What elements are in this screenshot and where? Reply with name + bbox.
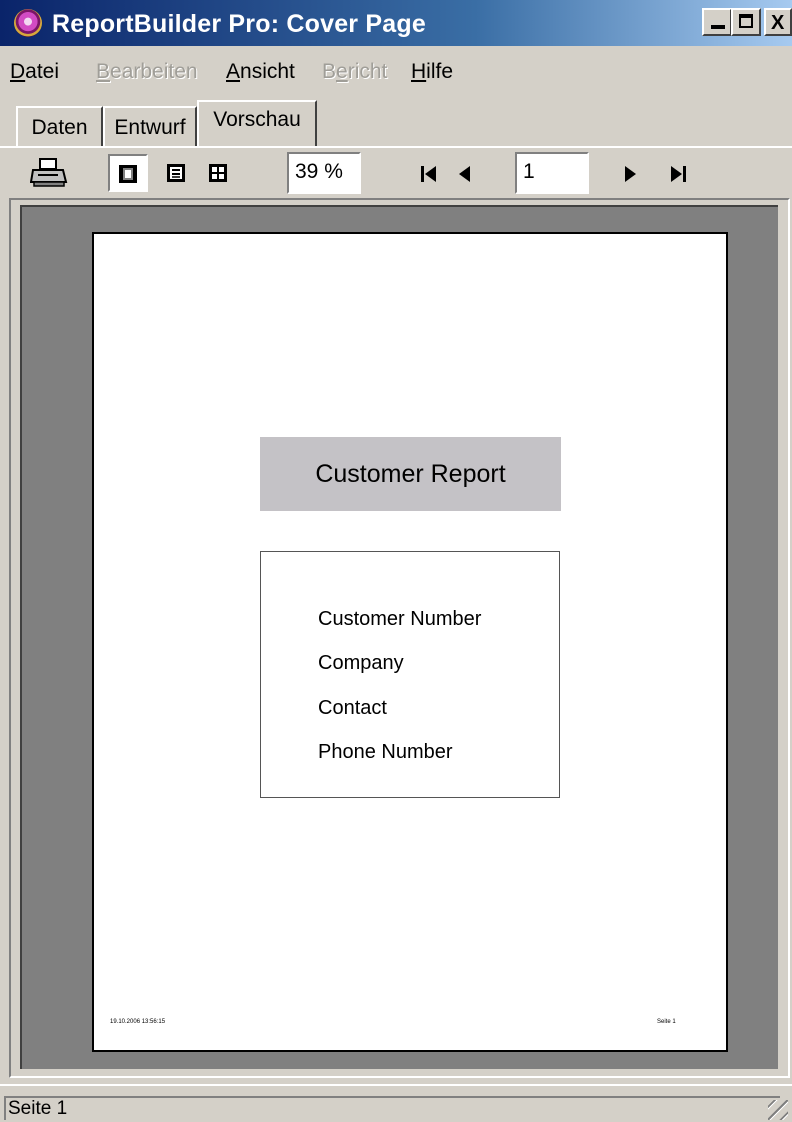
next-page-icon[interactable] [622,165,638,183]
tab-entwurf-label: Entwurf [114,116,186,139]
status-text: Seite 1 [8,1098,68,1119]
printer-icon[interactable] [30,158,68,188]
tab-strip: Daten Entwurf Vorschau [0,96,792,146]
field-company: Company [318,652,404,674]
resize-grip-icon[interactable] [768,1100,788,1120]
zoom-value: 39 % [295,160,343,183]
tab-daten[interactable]: Daten [16,106,103,146]
statusbar-divider [0,1084,792,1086]
app-window: ReportBuilder Pro: Cover Page X Datei Be… [0,0,792,1122]
tab-vorschau[interactable]: Vorschau [197,100,317,146]
menu-bericht-label: richt [347,60,388,83]
menu-bearbeiten-label: earbeiten [110,60,198,83]
page-number-value: 1 [523,160,535,183]
menu-datei-mnemonic: D [10,60,26,83]
page-number-input[interactable]: 1 [515,152,589,194]
menu-hilfe[interactable]: Hilfe [411,60,453,84]
menu-datei-label: atei [25,60,60,83]
maximize-icon [739,14,753,28]
close-button[interactable]: X [764,8,792,36]
app-gear-icon[interactable] [14,9,42,37]
menu-bericht-mnemonic: e [336,60,348,83]
previous-page-icon[interactable] [457,165,473,183]
field-contact: Contact [318,697,387,719]
maximize-button[interactable] [731,8,761,36]
status-panel [4,1096,780,1120]
100-percent-icon[interactable] [208,163,228,183]
menu-bericht-prefix: B [322,60,337,83]
whole-page-icon [119,165,137,183]
tab-entwurf[interactable]: Entwurf [103,106,197,146]
menu-ansicht-mnemonic: A [226,60,241,83]
field-customer-number: Customer Number [318,608,482,630]
title-bar[interactable]: ReportBuilder Pro: Cover Page X [0,0,792,46]
footer-page-number: Seite 1 [657,1019,676,1025]
whole-page-button[interactable] [108,154,148,192]
menu-bearbeiten-mnemonic: B [96,60,111,83]
menu-bearbeiten[interactable]: Bearbeiten [96,60,198,84]
menu-hilfe-mnemonic: H [411,60,427,83]
page-width-icon[interactable] [166,163,186,183]
footer-timestamp: 19.10.2006 13:56:15 [110,1019,166,1025]
toolbar: 39 % 1 [0,148,792,198]
minimize-icon [711,25,725,29]
last-page-icon[interactable] [667,165,687,183]
menu-datei[interactable]: Datei [10,60,59,84]
menu-bericht[interactable]: Bericht [322,60,387,84]
close-icon: X [771,12,785,34]
minimize-button[interactable] [702,8,732,36]
menu-hilfe-label: ilfe [426,60,454,83]
window-title: ReportBuilder Pro: Cover Page [52,10,426,38]
report-title: Customer Report [315,460,506,488]
tab-vorschau-label: Vorschau [213,108,301,131]
menu-bar: Datei Bearbeiten Ansicht Bericht Hilfe [0,46,792,92]
field-phone-number: Phone Number [318,741,453,763]
zoom-input[interactable]: 39 % [287,152,361,194]
menu-ansicht[interactable]: Ansicht [226,60,295,84]
tab-daten-label: Daten [31,116,88,139]
menu-ansicht-label: nsicht [240,60,295,83]
first-page-icon[interactable] [420,165,440,183]
